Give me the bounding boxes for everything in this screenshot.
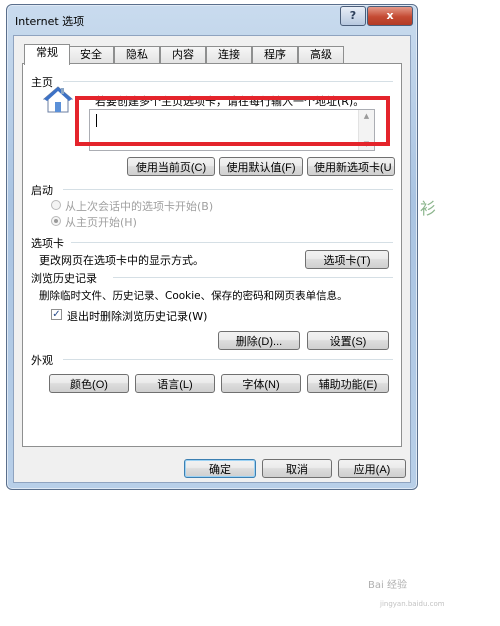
history-section-label: 浏览历史记录: [31, 272, 97, 285]
accessibility-button[interactable]: 辅助功能(E): [307, 374, 389, 393]
watermark-logo: Bai 经验: [368, 580, 407, 591]
delete-history-button[interactable]: 删除(D)...: [218, 331, 300, 350]
divider: [71, 242, 393, 243]
tab-privacy[interactable]: 隐私: [114, 46, 160, 64]
tab-content[interactable]: 内容: [160, 46, 206, 64]
colors-button[interactable]: 颜色(O): [49, 374, 129, 393]
close-button[interactable]: x: [367, 6, 413, 26]
languages-button[interactable]: 语言(L): [135, 374, 215, 393]
cancel-button[interactable]: 取消: [262, 459, 332, 478]
delete-on-exit-label: 退出时删除浏览历史记录(W): [67, 310, 208, 323]
tab-advanced[interactable]: 高级: [298, 46, 344, 64]
title-bar[interactable]: Internet 选项 ? x: [7, 5, 417, 33]
tabs-settings-button[interactable]: 选项卡(T): [305, 250, 389, 269]
tab-security[interactable]: 安全: [68, 46, 114, 64]
window-title: Internet 选项: [15, 15, 85, 28]
radio-home-page-label: 从主页开始(H): [65, 216, 137, 229]
fonts-button[interactable]: 字体(N): [221, 374, 301, 393]
divider: [63, 189, 393, 190]
startup-section-label: 启动: [31, 184, 53, 197]
use-default-button[interactable]: 使用默认值(F): [219, 157, 303, 176]
radio-last-session-label: 从上次会话中的选项卡开始(B): [65, 200, 214, 213]
tabs-section-label: 选项卡: [31, 237, 64, 250]
history-description: 删除临时文件、历史记录、Cookie、保存的密码和网页表单信息。: [39, 290, 348, 302]
tab-general[interactable]: 常规: [24, 44, 70, 65]
delete-on-exit-checkbox[interactable]: ✓: [51, 309, 62, 320]
ok-button[interactable]: 确定: [184, 459, 256, 478]
tabs-description: 更改网页在选项卡中的显示方式。: [39, 254, 204, 267]
watermark-url: jingyan.baidu.com: [380, 600, 445, 608]
apply-button[interactable]: 应用(A): [338, 459, 406, 478]
tab-programs[interactable]: 程序: [252, 46, 298, 64]
highlight-box: [75, 96, 390, 146]
history-settings-button[interactable]: 设置(S): [307, 331, 389, 350]
help-button[interactable]: ?: [340, 6, 366, 26]
divider: [113, 277, 393, 278]
radio-last-session[interactable]: [51, 200, 61, 210]
internet-options-dialog: Internet 选项 ? x 常规 安全 隐私 内容 连接 程序 高级 主页 …: [6, 4, 418, 490]
use-new-tab-button[interactable]: 使用新选项卡(U: [307, 157, 395, 176]
use-current-button[interactable]: 使用当前页(C): [127, 157, 215, 176]
radio-home-page[interactable]: [51, 216, 61, 226]
background-text: 衫: [420, 199, 437, 218]
divider: [63, 359, 393, 360]
appearance-section-label: 外观: [31, 354, 53, 367]
divider: [63, 81, 393, 82]
tab-connections[interactable]: 连接: [206, 46, 252, 64]
home-icon: [43, 86, 73, 113]
